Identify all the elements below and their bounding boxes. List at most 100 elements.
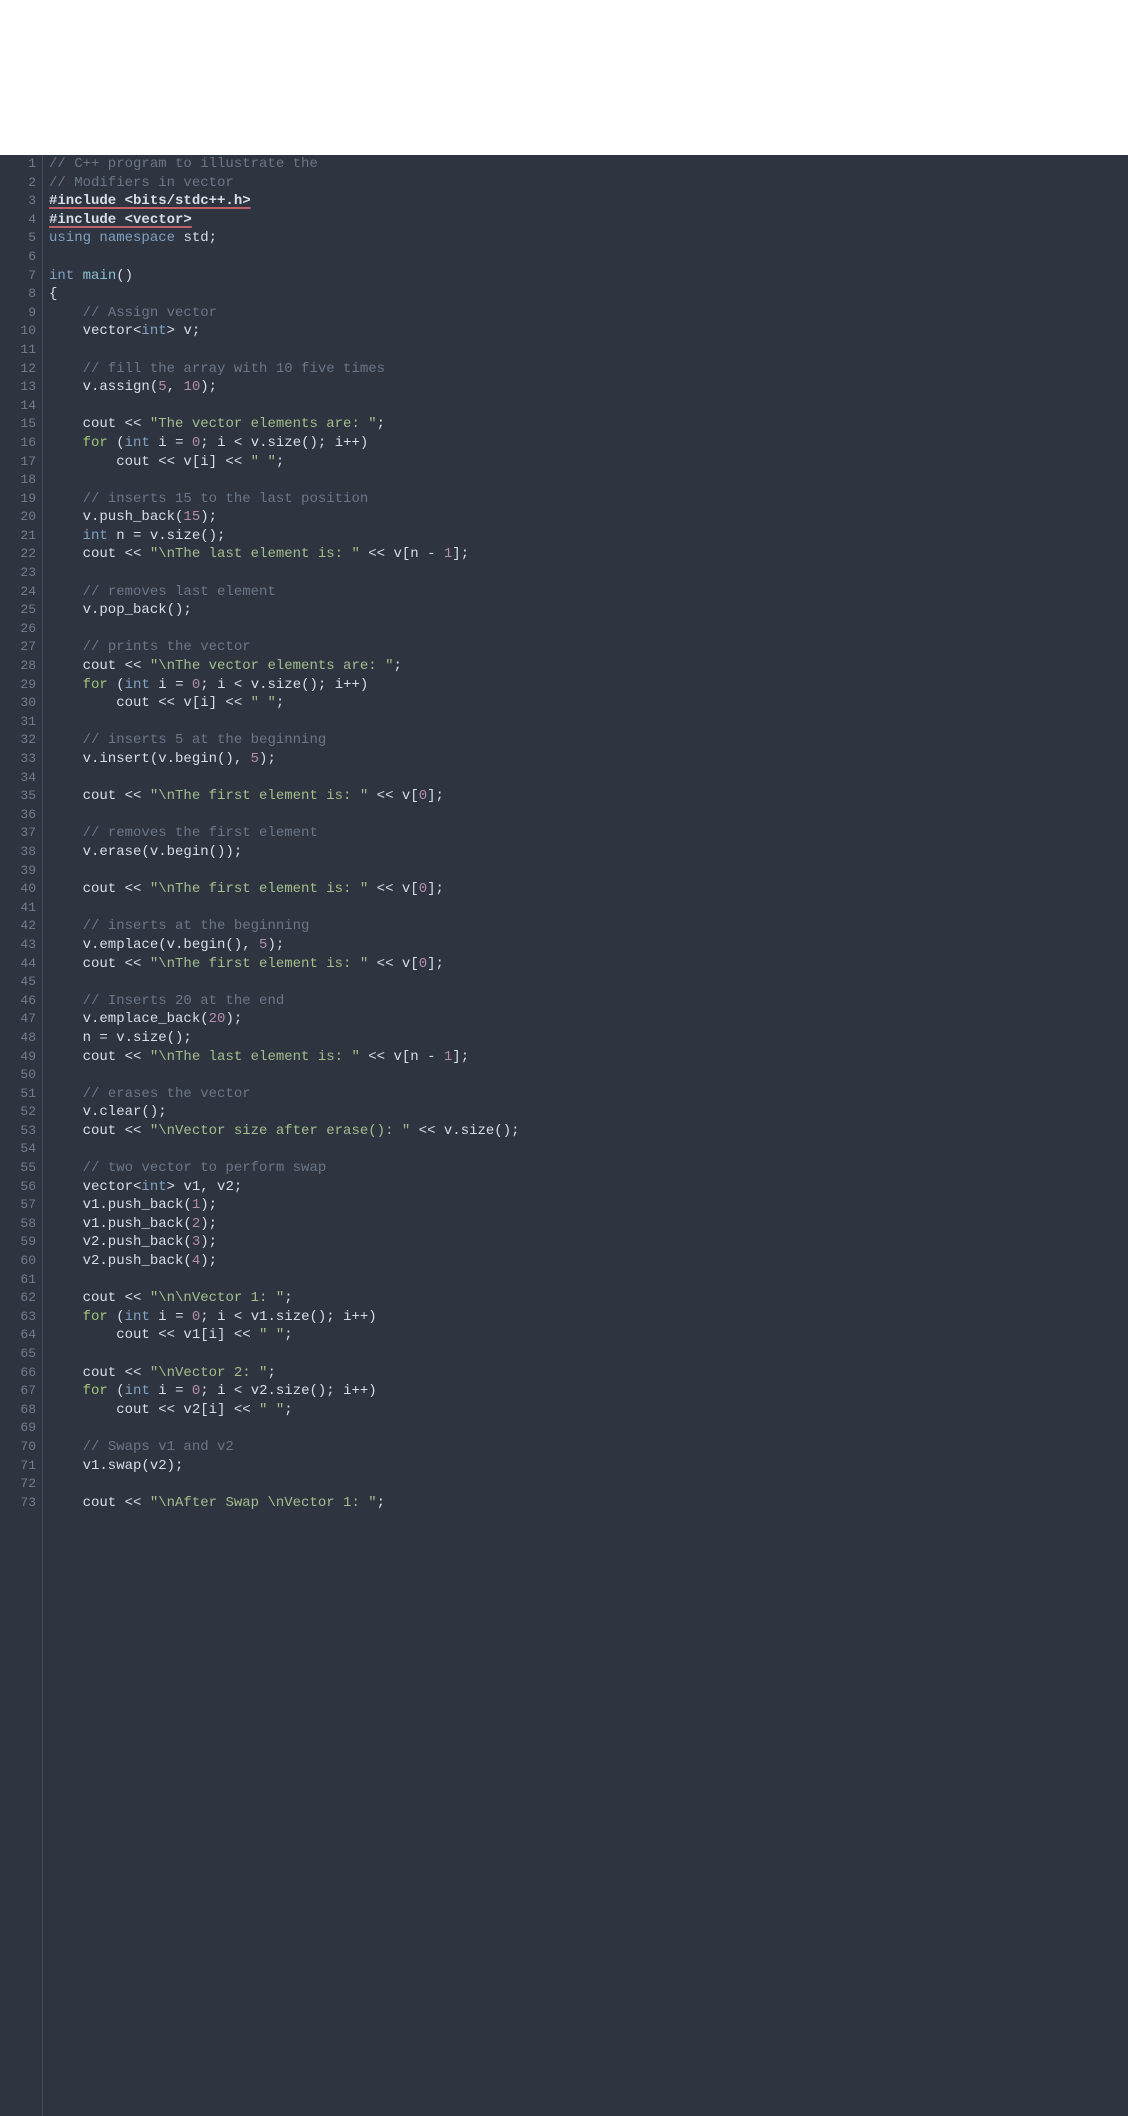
code-line[interactable]: #include <bits/stdc++.h> [49, 192, 1122, 211]
line-number: 59 [10, 1233, 36, 1252]
line-number: 1 [10, 155, 36, 174]
code-line[interactable]: int n = v.size(); [49, 527, 1122, 546]
code-line[interactable]: v1.swap(v2); [49, 1457, 1122, 1476]
line-number: 24 [10, 583, 36, 602]
code-line[interactable]: v.emplace_back(20); [49, 1010, 1122, 1029]
line-number: 25 [10, 601, 36, 620]
code-line[interactable]: cout << v[i] << " "; [49, 694, 1122, 713]
token [49, 361, 83, 377]
code-line[interactable] [49, 1140, 1122, 1159]
code-line[interactable]: v.emplace(v.begin(), 5); [49, 936, 1122, 955]
code-line[interactable]: v2.push_back(3); [49, 1233, 1122, 1252]
token: ); [200, 379, 217, 395]
code-line[interactable]: n = v.size(); [49, 1029, 1122, 1048]
code-line[interactable]: v.clear(); [49, 1103, 1122, 1122]
code-line[interactable] [49, 248, 1122, 267]
code-line[interactable]: // Assign vector [49, 304, 1122, 323]
code-content[interactable]: // C++ program to illustrate the// Modif… [43, 155, 1128, 2116]
code-line[interactable]: cout << "\nVector 2: "; [49, 1364, 1122, 1383]
code-line[interactable]: v.insert(v.begin(), 5); [49, 750, 1122, 769]
code-line[interactable] [49, 1419, 1122, 1438]
token: ( [108, 677, 125, 693]
code-line[interactable]: for (int i = 0; i < v.size(); i++) [49, 676, 1122, 695]
code-line[interactable]: cout << "\nThe first element is: " << v[… [49, 955, 1122, 974]
token: for [83, 677, 108, 693]
code-line[interactable] [49, 1271, 1122, 1290]
line-number: 34 [10, 769, 36, 788]
code-line[interactable]: int main() [49, 267, 1122, 286]
code-line[interactable]: // C++ program to illustrate the [49, 155, 1122, 174]
code-line[interactable]: // inserts 15 to the last position [49, 490, 1122, 509]
code-line[interactable] [49, 620, 1122, 639]
code-line[interactable]: cout << "\nThe last element is: " << v[n… [49, 1048, 1122, 1067]
code-line[interactable] [49, 471, 1122, 490]
code-line[interactable]: // fill the array with 10 five times [49, 360, 1122, 379]
token: , [167, 379, 184, 395]
token: " " [251, 454, 276, 470]
code-line[interactable]: { [49, 285, 1122, 304]
code-line[interactable]: cout << v2[i] << " "; [49, 1401, 1122, 1420]
token: #include <vector> [49, 212, 192, 228]
code-line[interactable] [49, 769, 1122, 788]
code-line[interactable]: #include <vector> [49, 211, 1122, 230]
token: v.insert(v.begin(), [49, 751, 251, 767]
token: for [83, 1309, 108, 1325]
code-line[interactable]: // removes the first element [49, 824, 1122, 843]
code-line[interactable]: // Swaps v1 and v2 [49, 1438, 1122, 1457]
code-line[interactable]: v.push_back(15); [49, 508, 1122, 527]
code-line[interactable]: v1.push_back(1); [49, 1196, 1122, 1215]
code-line[interactable]: v2.push_back(4); [49, 1252, 1122, 1271]
code-line[interactable]: v.pop_back(); [49, 601, 1122, 620]
code-line[interactable]: vector<int> v; [49, 322, 1122, 341]
code-line[interactable] [49, 862, 1122, 881]
code-line[interactable]: cout << "The vector elements are: "; [49, 415, 1122, 434]
code-line[interactable]: cout << "\nThe vector elements are: "; [49, 657, 1122, 676]
code-line[interactable]: // erases the vector [49, 1085, 1122, 1104]
code-line[interactable]: // inserts at the beginning [49, 917, 1122, 936]
code-line[interactable] [49, 1066, 1122, 1085]
code-line[interactable]: cout << "\nThe first element is: " << v[… [49, 880, 1122, 899]
token: 15 [183, 509, 200, 525]
code-line[interactable] [49, 899, 1122, 918]
code-line[interactable]: // removes last element [49, 583, 1122, 602]
code-line[interactable] [49, 341, 1122, 360]
code-line[interactable]: v.assign(5, 10); [49, 378, 1122, 397]
code-line[interactable]: cout << v1[i] << " "; [49, 1326, 1122, 1345]
code-line[interactable]: cout << "\nVector size after erase(): " … [49, 1122, 1122, 1141]
token: i = [150, 1309, 192, 1325]
code-line[interactable] [49, 1475, 1122, 1494]
code-line[interactable]: cout << "\nThe first element is: " << v[… [49, 787, 1122, 806]
line-number: 9 [10, 304, 36, 323]
token: v1.push_back( [49, 1197, 192, 1213]
code-line[interactable] [49, 806, 1122, 825]
code-line[interactable]: // Modifiers in vector [49, 174, 1122, 193]
code-line[interactable]: // inserts 5 at the beginning [49, 731, 1122, 750]
token: cout << [49, 416, 150, 432]
token: cout << [49, 788, 150, 804]
code-line[interactable]: // prints the vector [49, 638, 1122, 657]
code-line[interactable]: // Inserts 20 at the end [49, 992, 1122, 1011]
code-line[interactable]: using namespace std; [49, 229, 1122, 248]
code-line[interactable]: for (int i = 0; i < v2.size(); i++) [49, 1382, 1122, 1401]
token [49, 639, 83, 655]
code-line[interactable]: v1.push_back(2); [49, 1215, 1122, 1234]
code-line[interactable]: for (int i = 0; i < v.size(); i++) [49, 434, 1122, 453]
code-line[interactable] [49, 973, 1122, 992]
code-line[interactable]: // two vector to perform swap [49, 1159, 1122, 1178]
code-line[interactable]: cout << "\nAfter Swap \nVector 1: "; [49, 1494, 1122, 1513]
code-line[interactable]: cout << "\nThe last element is: " << v[n… [49, 545, 1122, 564]
code-line[interactable]: cout << v[i] << " "; [49, 453, 1122, 472]
token: cout << [49, 1123, 150, 1139]
code-line[interactable]: cout << "\n\nVector 1: "; [49, 1289, 1122, 1308]
line-number: 2 [10, 174, 36, 193]
code-line[interactable] [49, 564, 1122, 583]
code-line[interactable] [49, 713, 1122, 732]
code-editor[interactable]: 1234567891011121314151617181920212223242… [0, 155, 1128, 2116]
code-line[interactable] [49, 397, 1122, 416]
code-line[interactable]: for (int i = 0; i < v1.size(); i++) [49, 1308, 1122, 1327]
code-line[interactable]: vector<int> v1, v2; [49, 1178, 1122, 1197]
token: cout << [49, 956, 150, 972]
token: 1 [192, 1197, 200, 1213]
code-line[interactable]: v.erase(v.begin()); [49, 843, 1122, 862]
code-line[interactable] [49, 1345, 1122, 1364]
